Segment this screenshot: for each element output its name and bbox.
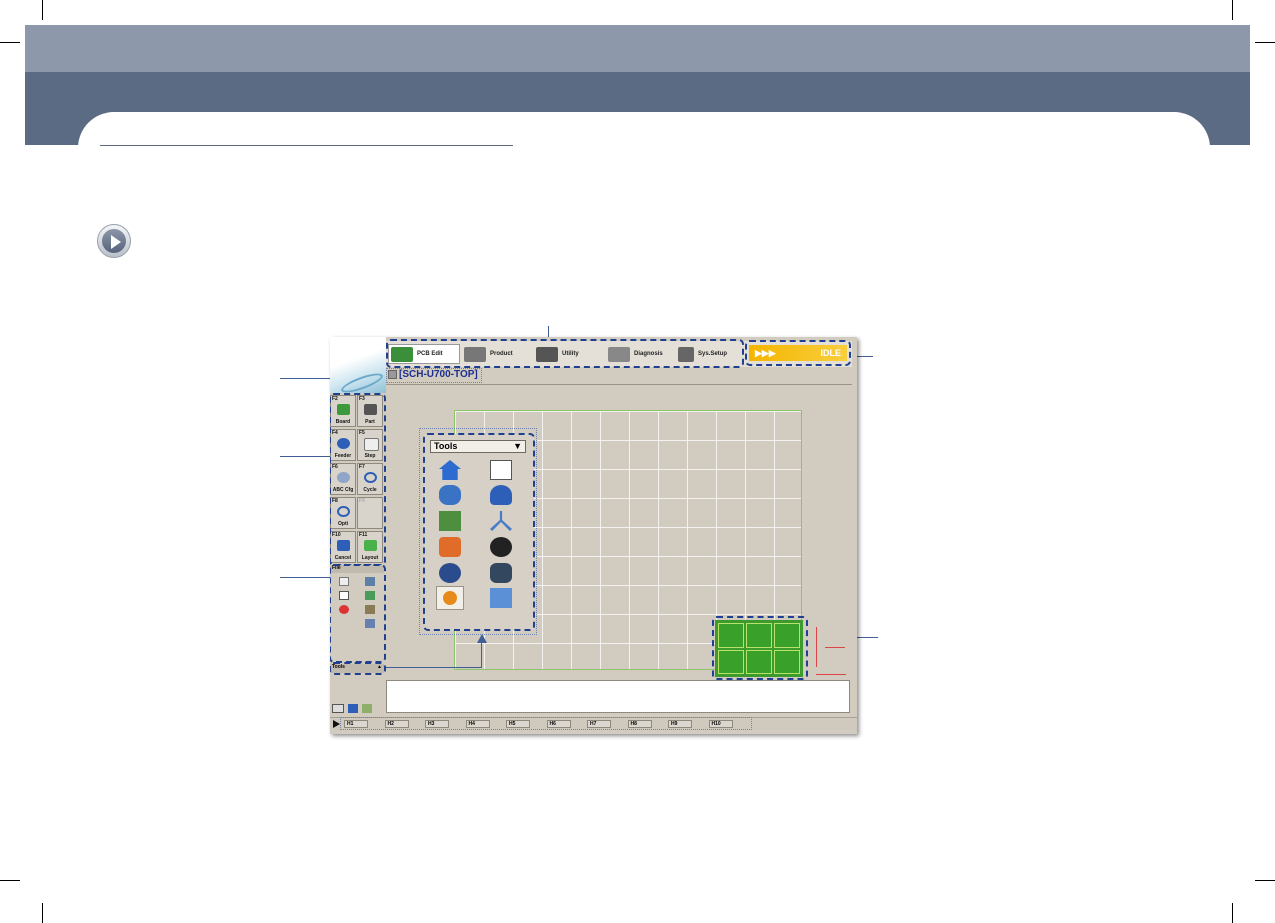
crop-mark [1255,42,1275,43]
crop-mark [0,42,20,43]
callout-line-status [857,356,873,357]
crop-mark [0,880,20,881]
fiducial-line [816,674,846,675]
keyboard-icon[interactable] [332,704,344,713]
highlight-pcb-name [386,368,482,383]
software-screenshot: PCB Edit Product Utility Diagnosis Sys.S… [330,337,857,734]
header-separator [386,384,852,385]
crop-mark [42,0,43,20]
play-icon [97,224,131,258]
highlight-status [745,340,851,366]
title-underline [100,145,513,146]
highlight-pcb-array [712,616,808,680]
disk-icon[interactable] [362,704,372,713]
header-band [25,25,1250,72]
highlight-tools-toggle [330,662,386,675]
crop-mark [1232,0,1233,20]
print-icon[interactable] [348,704,358,713]
highlight-fkeys [330,393,386,566]
highlight-hotkeys [340,717,752,730]
bottom-tray [332,704,386,714]
highlight-menu [386,339,744,368]
fiducial-line [825,647,845,648]
arrow-up-icon [477,634,487,643]
callout-arrow-line [386,667,482,668]
highlight-file-panel [330,564,386,663]
callout-line-file [280,577,330,578]
callout-arrow-line [481,642,482,668]
message-area [386,680,850,713]
crop-mark [1232,903,1233,923]
highlight-tools [423,433,535,631]
content-tab [78,112,1210,172]
crop-mark [42,903,43,923]
hotkey-play-icon[interactable] [333,720,340,728]
callout-line-fkeys [280,456,330,457]
app-logo [330,337,386,393]
fiducial-line [816,627,817,667]
crop-mark [1255,880,1275,881]
